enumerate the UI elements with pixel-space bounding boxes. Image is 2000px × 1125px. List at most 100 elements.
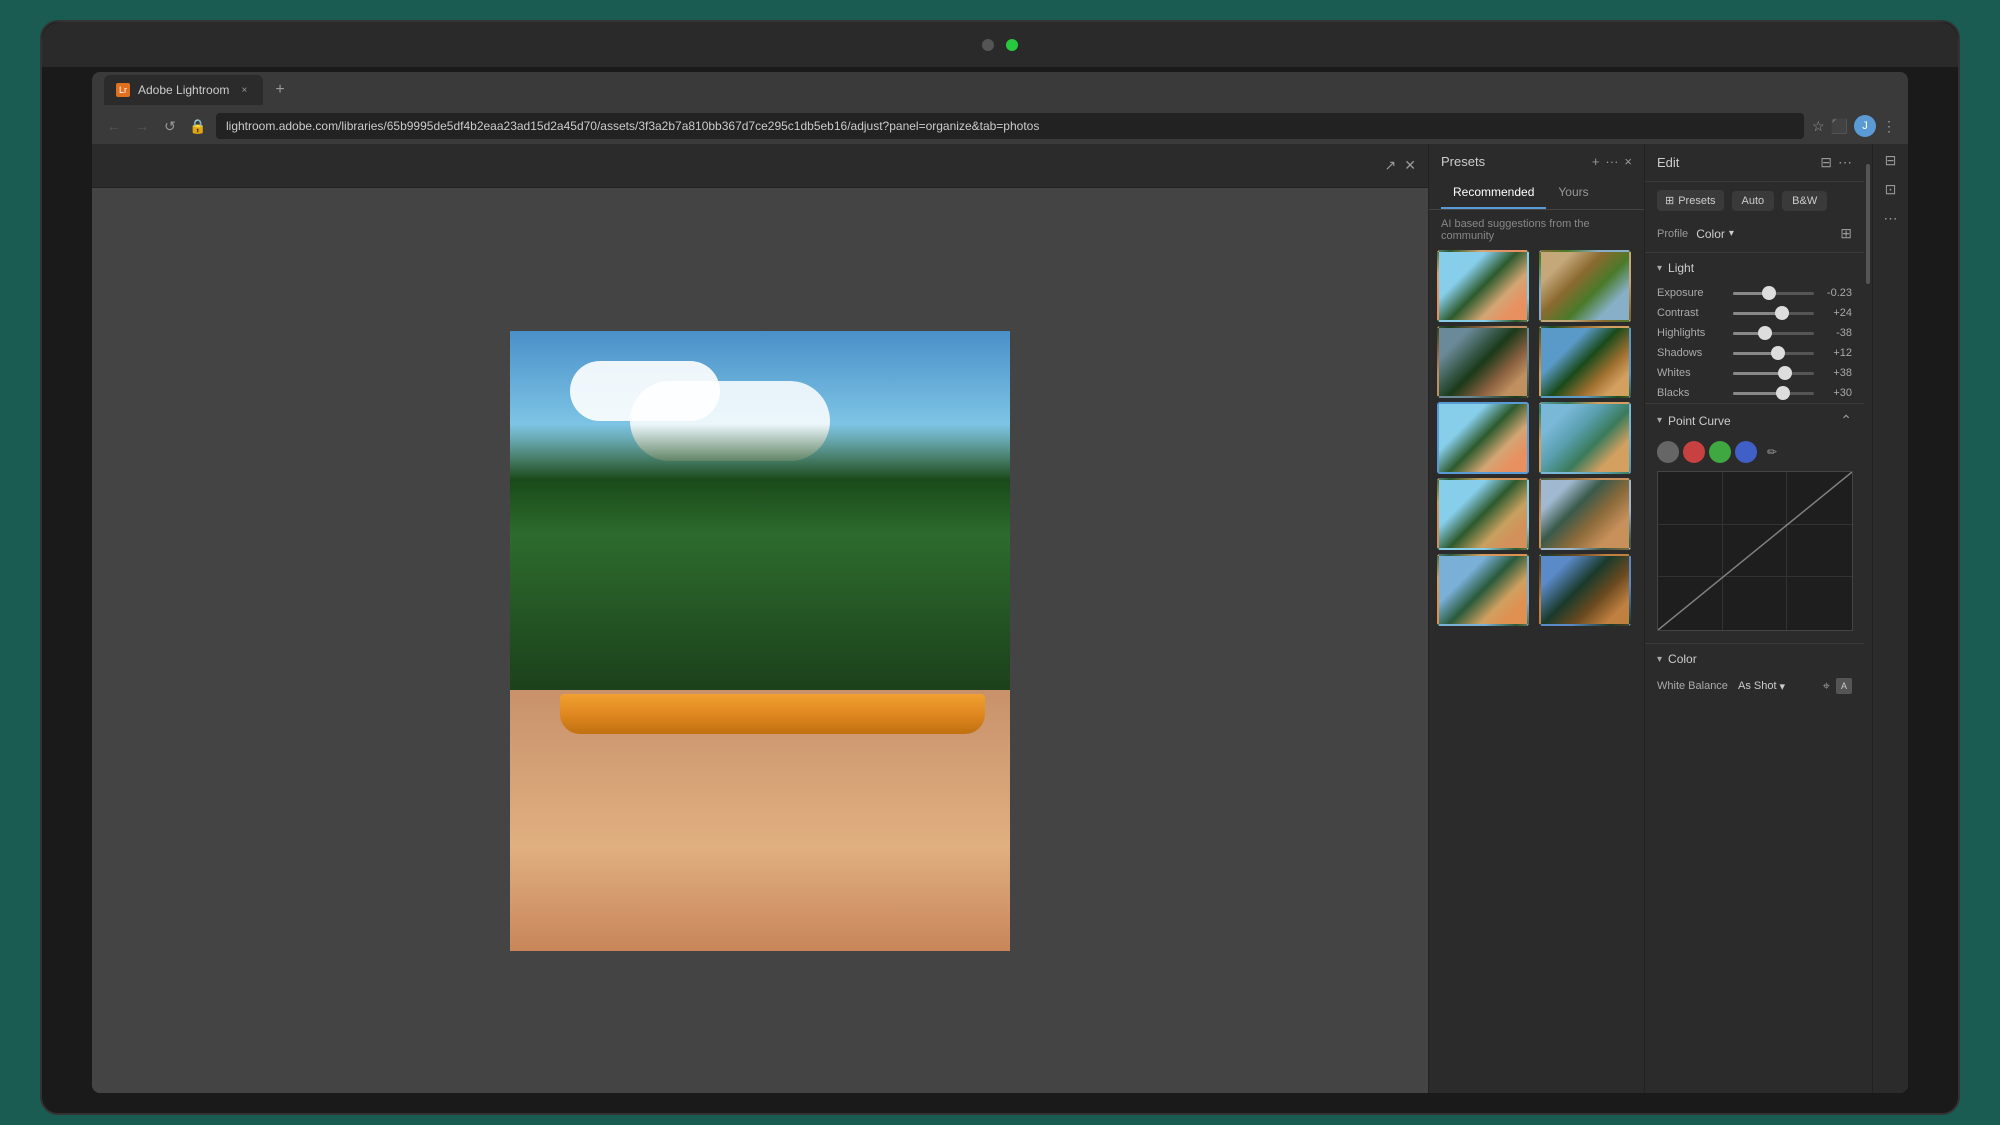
bw-button[interactable]: B&W (1782, 191, 1827, 211)
right-icon-filter[interactable]: ⊟ (1885, 152, 1897, 169)
right-icon-more[interactable]: ⋯ (1884, 210, 1898, 227)
curve-channel-red[interactable] (1683, 441, 1705, 463)
tab-yours[interactable]: Yours (1546, 179, 1600, 209)
highlights-thumb[interactable] (1758, 326, 1772, 340)
presets-add-button[interactable]: + (1592, 154, 1600, 169)
presets-header: Presets + ··· × (1429, 144, 1644, 179)
light-section-title: Light (1668, 261, 1694, 275)
point-curve-collapse-icon: ▾ (1657, 415, 1662, 426)
wb-select[interactable]: As Shot ▾ (1738, 680, 1785, 693)
whites-label: Whites (1657, 367, 1727, 379)
wb-eyedropper-icon[interactable]: ⌖ (1823, 678, 1830, 694)
refresh-button[interactable]: ↺ (160, 116, 180, 136)
curve-channel-gray[interactable] (1657, 441, 1679, 463)
tab-favicon: Lr (116, 83, 130, 97)
profile-grid-icon[interactable]: ⊞ (1840, 225, 1852, 242)
curve-channel-pencil[interactable]: ✏ (1761, 441, 1783, 463)
url-input[interactable] (216, 113, 1804, 139)
browser-chrome: Lr Adobe Lightroom × + ← → ↺ 🔒 ☆ ⬛ J ⋮ (92, 72, 1908, 144)
app-container: ↗ ✕ Presets (92, 144, 1908, 1093)
contrast-thumb[interactable] (1775, 306, 1789, 320)
forward-button[interactable]: → (132, 116, 152, 136)
extensions-icon[interactable]: ⬛ (1831, 118, 1848, 135)
new-tab-button[interactable]: + (267, 81, 292, 99)
main-photo (510, 331, 1010, 951)
contrast-track[interactable] (1733, 312, 1814, 315)
curve-channel-blue[interactable] (1735, 441, 1757, 463)
auto-button[interactable]: Auto (1732, 191, 1775, 211)
color-section: ▾ Color White Balance As Shot ▾ ⌖ A (1645, 643, 1864, 698)
preset-thumb-7[interactable] (1437, 478, 1529, 550)
shadows-slider-row: Shadows +12 (1645, 343, 1864, 363)
preset-thumb-2[interactable] (1539, 250, 1631, 322)
color-section-header[interactable]: ▾ Color (1645, 644, 1864, 674)
highlights-track[interactable] (1733, 332, 1814, 335)
tab-recommended[interactable]: Recommended (1441, 179, 1546, 209)
preset-thumb-5[interactable] (1437, 402, 1529, 474)
presets-grid (1429, 250, 1644, 1093)
edit-panel-icon-1[interactable]: ⊟ (1820, 154, 1832, 171)
blacks-track[interactable] (1733, 392, 1814, 395)
contrast-slider-row: Contrast +24 (1645, 303, 1864, 323)
whites-thumb[interactable] (1778, 366, 1792, 380)
light-section: ▾ Light Exposure -0.23 Contrast (1645, 252, 1864, 403)
presets-close-button[interactable]: × (1624, 154, 1632, 169)
curve-canvas[interactable] (1657, 471, 1853, 631)
menu-icon[interactable]: ⋮ (1882, 118, 1896, 135)
edit-panel: Edit ⊟ ⋯ ⊞ Presets Auto B&W Profile (1644, 144, 1864, 1093)
traffic-light-gray (982, 39, 994, 51)
close-icon[interactable]: ✕ (1404, 157, 1416, 174)
scrollbar-thumb[interactable] (1866, 164, 1870, 284)
wb-auto-icon[interactable]: A (1836, 678, 1852, 694)
blacks-thumb[interactable] (1776, 386, 1790, 400)
highlights-label: Highlights (1657, 327, 1727, 339)
right-icon-crop[interactable]: ⊡ (1885, 181, 1897, 198)
presets-tabs: Recommended Yours (1429, 179, 1644, 210)
point-curve-section: ▾ Point Curve ⌃ ✏ (1645, 403, 1864, 643)
shadows-label: Shadows (1657, 347, 1727, 359)
profile-value: Color (1696, 227, 1725, 241)
back-button[interactable]: ← (104, 116, 124, 136)
light-section-header[interactable]: ▾ Light (1645, 253, 1864, 283)
bookmark-icon[interactable]: ☆ (1812, 118, 1825, 135)
share-icon[interactable]: ↗ (1385, 157, 1397, 174)
shadows-value: +12 (1820, 347, 1852, 359)
presets-more-button[interactable]: ··· (1605, 154, 1618, 169)
preset-thumb-10[interactable] (1539, 554, 1631, 626)
traffic-light-green (1006, 39, 1018, 51)
edit-panel-icon-2[interactable]: ⋯ (1838, 154, 1852, 171)
preset-thumb-4[interactable] (1539, 326, 1631, 398)
exposure-track[interactable] (1733, 292, 1814, 295)
shadows-track[interactable] (1733, 352, 1814, 355)
preset-thumb-9[interactable] (1437, 554, 1529, 626)
scrollbar-area[interactable] (1864, 144, 1872, 1093)
white-balance-row: White Balance As Shot ▾ ⌖ A (1645, 674, 1864, 698)
browser-tab-lightroom[interactable]: Lr Adobe Lightroom × (104, 75, 263, 105)
presets-edit-button[interactable]: ⊞ Presets (1657, 190, 1724, 211)
main-content: ↗ ✕ (92, 144, 1428, 1093)
blacks-label: Blacks (1657, 387, 1727, 399)
point-curve-header[interactable]: ▾ Point Curve ⌃ (1645, 404, 1864, 437)
profile-avatar[interactable]: J (1854, 115, 1876, 137)
beach-trees (510, 424, 1010, 703)
laptop-top-bar (42, 22, 1958, 67)
curve-channel-green[interactable] (1709, 441, 1731, 463)
profile-select[interactable]: Color ▾ (1696, 227, 1734, 241)
profile-label: Profile (1657, 228, 1688, 240)
preset-thumb-6[interactable] (1539, 402, 1631, 474)
preset-thumb-8[interactable] (1539, 478, 1631, 550)
preset-thumb-1[interactable] (1437, 250, 1529, 322)
contrast-label: Contrast (1657, 307, 1727, 319)
profile-chevron-icon: ▾ (1729, 228, 1734, 239)
preset-thumb-3[interactable] (1437, 326, 1529, 398)
shadows-thumb[interactable] (1771, 346, 1785, 360)
exposure-thumb[interactable] (1762, 286, 1776, 300)
edit-header: Edit ⊟ ⋯ (1645, 144, 1864, 182)
tab-title: Adobe Lightroom (138, 83, 229, 97)
whites-track[interactable] (1733, 372, 1814, 375)
profile-row: Profile Color ▾ ⊞ (1645, 219, 1864, 252)
contrast-value: +24 (1820, 307, 1852, 319)
presets-edit-icon: ⊞ (1665, 194, 1674, 207)
tab-close-button[interactable]: × (237, 83, 251, 97)
boat (560, 694, 985, 734)
